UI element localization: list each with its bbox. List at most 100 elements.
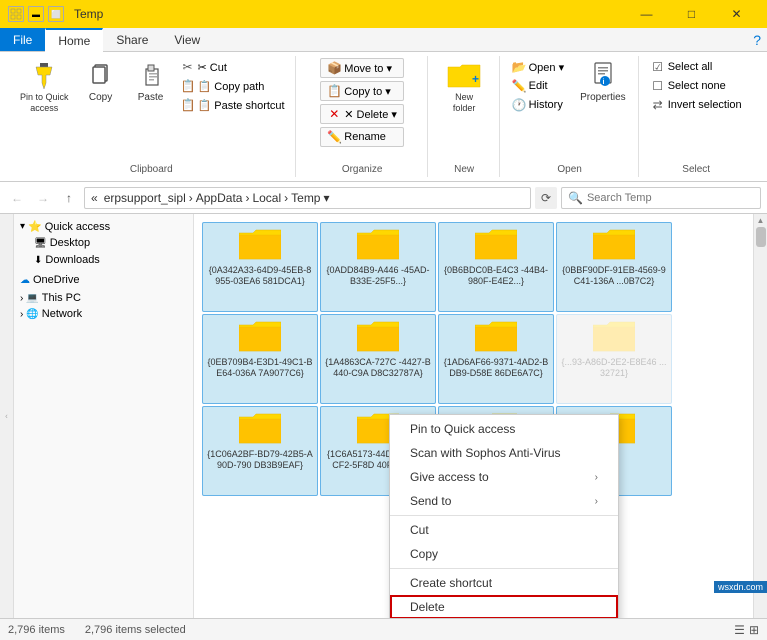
sidebar-collapse-arrow[interactable]: ‹ bbox=[5, 412, 8, 421]
scroll-thumb[interactable] bbox=[756, 227, 766, 247]
onedrive-label: OneDrive bbox=[33, 274, 79, 286]
search-bar[interactable]: 🔍 bbox=[561, 187, 761, 209]
folder-label-8: {...93-A86D-2E2-E8E46 ...32721} bbox=[561, 357, 667, 379]
folder-item-9[interactable]: {1C06A2BF-BD79-42B5-A90D-790 DB3B9EAF} bbox=[202, 406, 318, 496]
folder-item-4[interactable]: {0BBF90DF-91EB-4569-9C41-136A ...0B7C2} bbox=[556, 222, 672, 312]
window-controls: — □ ✕ bbox=[624, 0, 759, 28]
folder-label-1: {0A342A33-64D9-45EB-8955-03EA6 581DCA1} bbox=[207, 265, 313, 287]
copy-button[interactable]: Copy bbox=[77, 58, 125, 105]
select-all-button[interactable]: ☑ Select all bbox=[647, 58, 746, 76]
title-bar: ▬ ⬜ Temp — □ ✕ bbox=[0, 0, 767, 28]
ctx-send-to[interactable]: Send to › bbox=[390, 489, 618, 513]
up-button[interactable]: ↑ bbox=[58, 187, 80, 209]
select-all-label: Select all bbox=[668, 61, 713, 73]
folder-item-6[interactable]: {1A4863CA-727C -4427-B440-C9A D8C32787A} bbox=[320, 314, 436, 404]
folder-item-3[interactable]: {0B6BDC0B-E4C3 -44B4-980F-E4E2...} bbox=[438, 222, 554, 312]
tab-view[interactable]: View bbox=[161, 28, 213, 51]
breadcrumb[interactable]: « erpsupport_sipl › AppData › Local › Te… bbox=[84, 187, 531, 209]
tab-home[interactable]: Home bbox=[45, 28, 103, 52]
folder-item-2[interactable]: {0ADD84B9-A446 -45AD-B33E-25F5...} bbox=[320, 222, 436, 312]
scroll-up-arrow[interactable]: ▲ bbox=[757, 216, 765, 225]
nav-item-desktop[interactable]: 🖥 Desktop bbox=[30, 235, 193, 251]
quick-access-icon: ⭐ bbox=[28, 220, 42, 233]
ctx-give-access[interactable]: Give access to › bbox=[390, 465, 618, 489]
copy-to-button[interactable]: 📋 Copy to ▾ bbox=[320, 81, 404, 101]
delete-label: ✕ Delete ▾ bbox=[344, 108, 397, 121]
rename-icon: ✏️ bbox=[327, 130, 341, 144]
list-view-icon[interactable]: ☰ bbox=[734, 623, 745, 637]
edit-label: Edit bbox=[529, 80, 548, 92]
open-button[interactable]: 📂 Open ▾ bbox=[508, 58, 569, 76]
cut-icon: ✂ bbox=[181, 60, 195, 74]
folder-item-5[interactable]: {0EB709B4-E3D1-49C1-BE64-036A 7A9077C6} bbox=[202, 314, 318, 404]
new-folder-icon: + bbox=[446, 60, 482, 92]
help-icon[interactable]: ? bbox=[753, 32, 761, 48]
history-button[interactable]: 🕐 History bbox=[508, 96, 569, 114]
folder-item-8[interactable]: {...93-A86D-2E2-E8E46 ...32721} bbox=[556, 314, 672, 404]
minimize-button[interactable]: — bbox=[624, 0, 669, 28]
folder-icon-4 bbox=[593, 227, 635, 263]
forward-button[interactable]: → bbox=[32, 187, 54, 209]
ctx-cut[interactable]: Cut bbox=[390, 518, 618, 542]
edit-button[interactable]: ✏️ Edit bbox=[508, 77, 569, 95]
file-area[interactable]: {0A342A33-64D9-45EB-8955-03EA6 581DCA1} … bbox=[194, 214, 753, 618]
copy-path-button[interactable]: 📋 📋 Copy path bbox=[177, 77, 289, 95]
tab-file[interactable]: File bbox=[0, 28, 45, 51]
delete-ribbon-button[interactable]: ✕ ✕ Delete ▾ bbox=[320, 104, 404, 124]
breadcrumb-segment-1: « bbox=[91, 191, 98, 205]
ctx-scan-sophos[interactable]: Scan with Sophos Anti-Virus bbox=[390, 441, 618, 465]
move-to-button[interactable]: 📦 Move to ▾ bbox=[320, 58, 404, 78]
grid-view-icon[interactable]: ⊞ bbox=[749, 623, 759, 637]
nav-item-quick-access[interactable]: ▾ ⭐ Quick access bbox=[14, 218, 193, 235]
vertical-scrollbar[interactable]: ▲ bbox=[753, 214, 767, 618]
tab-share[interactable]: Share bbox=[103, 28, 161, 51]
folder-label-9: {1C06A2BF-BD79-42B5-A90D-790 DB3B9EAF} bbox=[207, 449, 313, 471]
breadcrumb-segment-3: AppData bbox=[196, 191, 243, 205]
select-none-button[interactable]: ☐ Select none bbox=[647, 77, 746, 95]
properties-button[interactable]: i Properties bbox=[574, 58, 632, 105]
nav-item-downloads[interactable]: ⬇ Downloads bbox=[30, 252, 193, 268]
paste-shortcut-button[interactable]: 📋 📋 Paste shortcut bbox=[177, 96, 289, 114]
copy-path-icon: 📋 bbox=[181, 79, 195, 93]
ctx-pin-quick-access[interactable]: Pin to Quick access bbox=[390, 417, 618, 441]
nav-item-thispc[interactable]: › 💻 This PC bbox=[14, 290, 193, 306]
folder-icon-9 bbox=[239, 411, 281, 447]
nav-item-network[interactable]: › 🌐 Network bbox=[14, 306, 193, 322]
ctx-create-shortcut[interactable]: Create shortcut bbox=[390, 571, 618, 595]
close-button[interactable]: ✕ bbox=[714, 0, 759, 28]
ctx-separator-1 bbox=[390, 515, 618, 516]
cut-label: ✂ Cut bbox=[198, 61, 227, 74]
open-label: Open bbox=[502, 164, 638, 175]
refresh-button[interactable]: ⟳ bbox=[535, 187, 557, 209]
ctx-copy[interactable]: Copy bbox=[390, 542, 618, 566]
copy-icon bbox=[89, 60, 113, 92]
copy-path-label: 📋 Copy path bbox=[198, 80, 265, 93]
organize-buttons: 📦 Move to ▾ 📋 Copy to ▾ ✕ ✕ Delete ▾ ✏️ … bbox=[320, 58, 404, 161]
invert-selection-button[interactable]: ⇄ Invert selection bbox=[647, 96, 746, 114]
folder-item-7[interactable]: {1AD6AF66-9371-4AD2-BDB9-D58E 86DE6A7C} bbox=[438, 314, 554, 404]
onedrive-icon: ☁ bbox=[20, 275, 30, 286]
ctx-copy-label: Copy bbox=[410, 547, 438, 561]
new-folder-button[interactable]: + Newfolder bbox=[440, 58, 488, 116]
cut-button[interactable]: ✂ ✂ Cut bbox=[177, 58, 289, 76]
breadcrumb-active: Temp bbox=[291, 191, 320, 205]
svg-text:+: + bbox=[472, 72, 479, 86]
paste-button[interactable]: Paste bbox=[127, 58, 175, 105]
back-button[interactable]: ← bbox=[6, 187, 28, 209]
delete-icon: ✕ bbox=[327, 107, 341, 121]
ctx-cut-label: Cut bbox=[410, 523, 429, 537]
search-input[interactable] bbox=[587, 192, 754, 204]
clipboard-group: Pin to Quickaccess Copy bbox=[8, 56, 296, 177]
open-label: Open ▾ bbox=[529, 61, 565, 74]
maximize-button[interactable]: □ bbox=[669, 0, 714, 28]
rename-button[interactable]: ✏️ Rename bbox=[320, 127, 404, 147]
item-count: 2,796 items bbox=[8, 624, 65, 636]
folder-icon-2 bbox=[357, 227, 399, 263]
organize-group: 📦 Move to ▾ 📋 Copy to ▾ ✕ ✕ Delete ▾ ✏️ … bbox=[298, 56, 428, 177]
ctx-delete[interactable]: Delete bbox=[390, 595, 618, 618]
nav-item-onedrive[interactable]: ☁ OneDrive bbox=[14, 272, 193, 288]
pin-quick-access-button[interactable]: Pin to Quickaccess bbox=[14, 58, 75, 116]
folder-label-5: {0EB709B4-E3D1-49C1-BE64-036A 7A9077C6} bbox=[207, 357, 313, 379]
folder-item-1[interactable]: {0A342A33-64D9-45EB-8955-03EA6 581DCA1} bbox=[202, 222, 318, 312]
quick-access-items: 🖥 Desktop ⬇ Downloads bbox=[14, 235, 193, 268]
